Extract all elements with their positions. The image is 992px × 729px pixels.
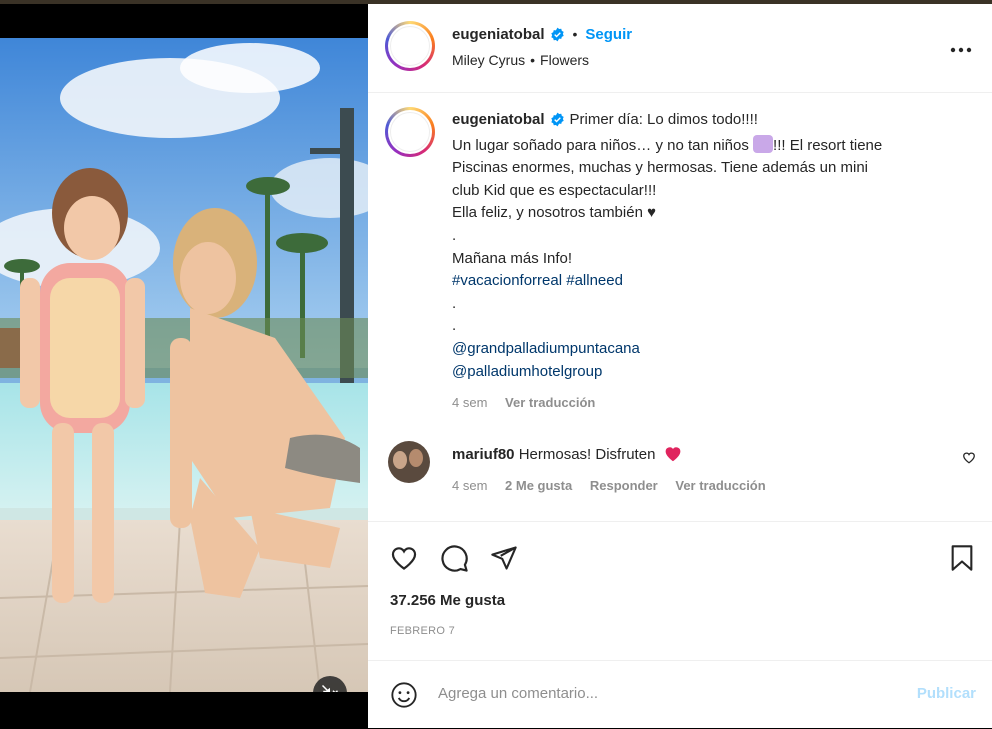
emoji-icon [391,682,417,708]
comment-time[interactable]: 4 sem [452,478,487,493]
caption-text: eugeniatobal Primer día: Lo dimos todo!!!… [452,109,972,383]
verified-badge-icon [550,112,565,135]
post-media[interactable] [0,38,368,692]
media-letterbox-top [0,4,368,38]
header-separator: • [572,26,578,42]
hashtag-link[interactable]: #vacacionforreal [452,272,562,289]
caption-line: Un lugar soñado para niños… y no tan niñ… [452,136,754,154]
comment-composer: Agrega un comentario... Publicar [368,660,992,729]
comment-likes[interactable]: 2 Me gusta [505,478,572,493]
caption-translate-link[interactable]: Ver traducción [505,395,595,410]
author-avatar[interactable] [385,21,435,71]
caption-line: . [452,226,457,244]
reply-button[interactable]: Responder [590,478,658,493]
mention-link[interactable]: @grandpalladiumpuntacana [452,340,640,357]
caption-line: . [452,317,457,335]
mention-link[interactable]: @palladiumhotelgroup [452,363,602,380]
media-letterbox-bottom [0,692,368,728]
caption-section: eugeniatobal Primer día: Lo dimos todo!!!… [368,93,992,513]
save-button[interactable] [950,544,974,577]
caption-line: . [452,294,457,312]
post-photo [0,38,368,692]
publish-button[interactable]: Publicar [917,685,976,702]
music-info[interactable]: Miley Cyrus • Flowers [452,52,589,68]
comment-button[interactable] [440,544,469,578]
caption-time[interactable]: 4 sem [452,395,487,410]
caption-line: Ella feliz, y nosotros también ♥ [452,204,656,222]
emoji-button[interactable] [390,681,418,714]
comment-text: Hermosas! Disfruten [518,446,656,463]
more-options-button[interactable] [950,40,972,58]
hashtag-link[interactable]: #allneed [566,272,623,289]
follow-button[interactable]: Seguir [585,26,632,43]
post-header: eugeniatobal • Seguir Miley Cyrus • Flowers [368,4,992,93]
heart-icon [391,547,417,570]
caption-line: !!! El resort tiene [773,136,883,154]
heart-small-icon [963,452,975,464]
comment-like-button[interactable] [962,451,976,469]
caption-avatar[interactable] [385,107,435,157]
caption-username[interactable]: eugeniatobal [452,111,545,128]
music-separator: • [530,52,536,68]
caption-line: Primer día: Lo dimos todo!!!! [569,111,758,128]
share-button[interactable] [490,544,518,577]
verified-badge-icon [550,27,565,47]
comment-bubble-icon [441,545,468,572]
more-options-icon [950,47,972,53]
like-button[interactable] [389,544,419,576]
paper-plane-icon [491,546,517,570]
header-title-row: eugeniatobal • Seguir [452,26,632,47]
author-username[interactable]: eugeniatobal [452,26,545,43]
commenter-avatar[interactable] [388,441,430,483]
comment-body: mariuf80 Hermosas! Disfruten [452,444,683,463]
caption-meta: 4 sem Ver traducción [452,395,595,410]
caption-line: Piscinas enormes, muchas y hermosas. Tie… [452,159,869,177]
commenter-username[interactable]: mariuf80 [452,446,515,463]
raising-hands-emoji-icon [753,134,774,153]
caption-line: club Kid que es espectacular!!! [452,181,657,199]
post-panel: eugeniatobal • Seguir Miley Cyrus • Flowers … [368,4,992,728]
speaker-muted-icon [321,684,339,692]
comment-meta: 4 sem 2 Me gusta Responder Ver traducció… [452,478,766,493]
bookmark-icon [951,545,973,571]
caption-line: Mañana más Info! [452,249,573,267]
red-heart-emoji-icon [665,447,680,462]
likes-count[interactable]: 37.256 Me gusta [390,592,505,609]
music-artist: Miley Cyrus [452,52,526,68]
comment-input[interactable]: Agrega un comentario... [438,685,598,702]
comment-translate-link[interactable]: Ver traducción [675,478,765,493]
music-song: Flowers [540,52,590,68]
post-date[interactable]: FEBRERO 7 [390,625,455,637]
